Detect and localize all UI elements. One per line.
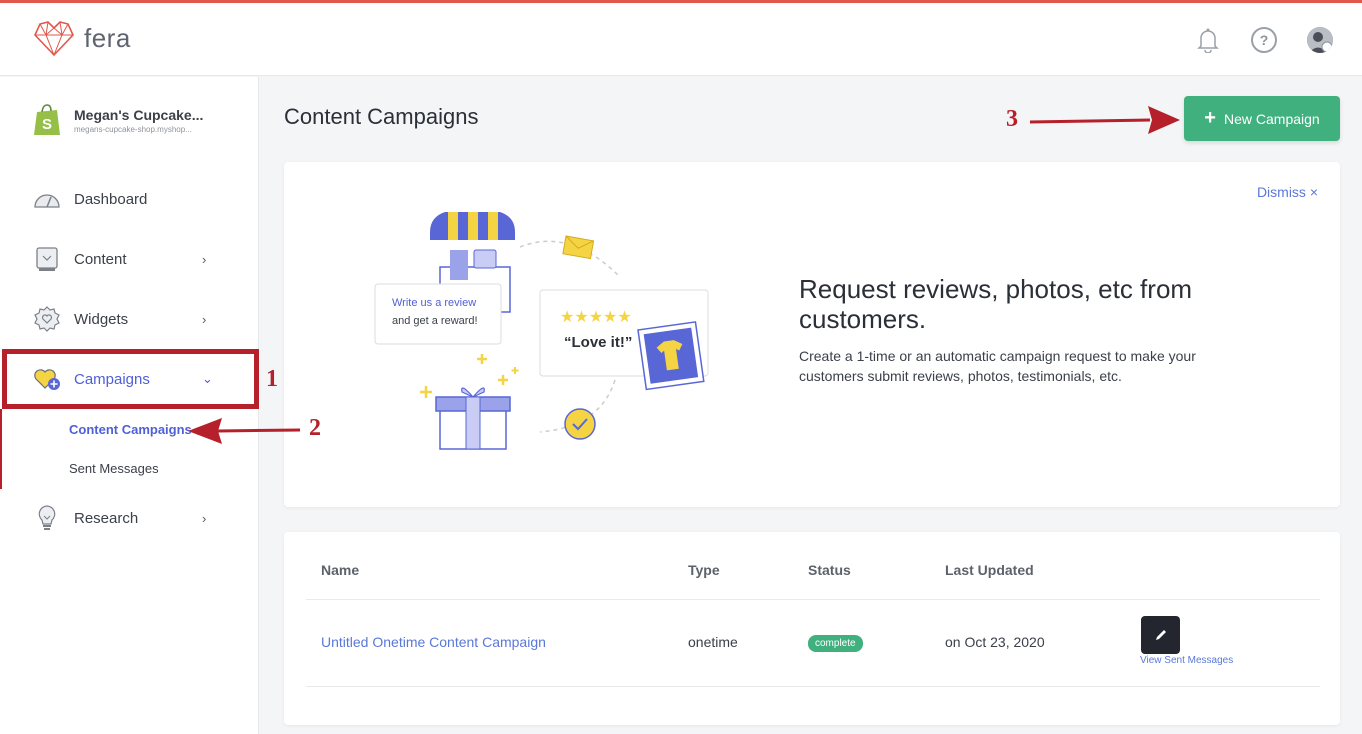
annotation-arrows: [188, 106, 1180, 444]
annotation-number-1: 1: [266, 366, 278, 392]
annotation-number-3: 3: [1006, 106, 1018, 132]
annotation-number-2: 2: [309, 415, 321, 441]
